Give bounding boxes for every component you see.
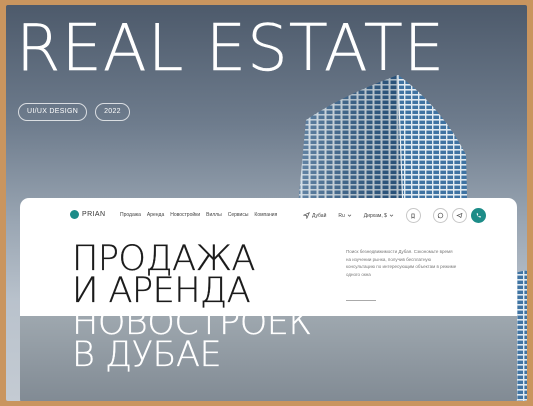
currency-label: Дирхам, $ xyxy=(363,212,387,219)
chip-year: 2022 xyxy=(95,103,130,121)
menu-item-company[interactable]: Компания xyxy=(254,212,277,218)
description-divider xyxy=(346,300,376,301)
site-logo[interactable]: PRIAN xyxy=(70,210,105,219)
presentation-frame: REAL ESTATE UI/UX DESIGN 2022 PRIAN Прод… xyxy=(6,5,527,401)
menu-item-services[interactable]: Сервисы xyxy=(228,212,249,218)
website-mockup-card: PRIAN Продажа Аренда Новостройки Виллы С… xyxy=(20,198,517,401)
chevron-down-icon xyxy=(389,214,394,217)
telegram-icon xyxy=(456,212,463,219)
hero-title: REAL ESTATE xyxy=(16,12,446,86)
chip-category: UI/UX DESIGN xyxy=(18,103,88,121)
whatsapp-button[interactable] xyxy=(432,208,448,223)
language-selector[interactable]: Ru xyxy=(338,212,352,219)
hero-headline: ПРОДАЖА И АРЕНДА НОВОСТРОЕК В ДУБАЕ xyxy=(72,241,372,375)
nav-actions: Дубай Ru Дирхам, $ xyxy=(303,208,490,223)
chevron-down-icon xyxy=(347,214,352,217)
logo-icon xyxy=(70,210,79,219)
menu-item-new-buildings[interactable]: Новостройки xyxy=(170,212,200,218)
phone-icon xyxy=(476,213,481,218)
headline-line-4: В ДУБАЕ xyxy=(72,335,222,375)
location-arrow-icon xyxy=(303,212,310,219)
hero-description: Поиск безнедвижимости Дубая. Сэкономьте … xyxy=(346,249,457,277)
telegram-button[interactable] xyxy=(451,208,467,223)
currency-selector[interactable]: Дирхам, $ xyxy=(364,213,394,219)
menu-item-rent[interactable]: Аренда xyxy=(147,212,164,218)
tag-chips: UI/UX DESIGN 2022 xyxy=(18,103,130,121)
menu-item-sale[interactable]: Продажа xyxy=(120,212,141,218)
logo-text: PRIAN xyxy=(82,211,106,218)
location-selector[interactable]: Дубай xyxy=(303,212,326,219)
main-menu: Продажа Аренда Новостройки Виллы Сервисы… xyxy=(120,212,277,218)
whatsapp-icon xyxy=(437,212,444,219)
menu-item-villas[interactable]: Виллы xyxy=(206,212,222,218)
location-label: Дубай xyxy=(312,212,327,219)
call-button[interactable] xyxy=(470,208,486,223)
site-navbar: PRIAN Продажа Аренда Новостройки Виллы С… xyxy=(20,198,517,232)
bookmark-icon xyxy=(411,213,415,219)
favorites-button[interactable] xyxy=(405,208,421,223)
language-label: Ru xyxy=(338,212,345,219)
